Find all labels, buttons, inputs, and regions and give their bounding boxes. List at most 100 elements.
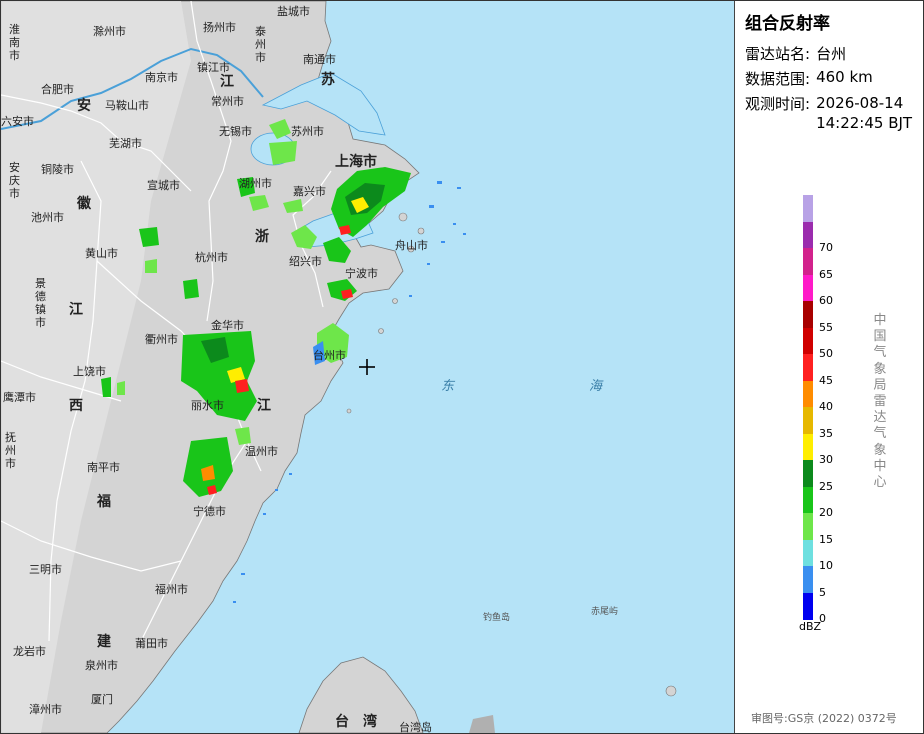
legend-level: 65 — [819, 267, 833, 281]
island — [378, 328, 384, 334]
province-label: 江 — [69, 302, 83, 318]
legend-level: 30 — [819, 453, 833, 466]
legend-swatch — [803, 513, 813, 540]
time-clock: 14:22:45 BJT — [816, 114, 913, 132]
legend-swatch — [803, 433, 813, 461]
time-row: 观测时间: 2026-08-14 14:22:45 BJT — [745, 93, 912, 133]
agency-vertical-text: 中国气象局雷达气象中心 — [873, 313, 887, 491]
legend-swatch — [803, 566, 813, 593]
station-key: 雷达站名: — [745, 45, 811, 63]
range-value: 460 km — [816, 68, 873, 86]
city-label: 鹰潭市 — [3, 391, 36, 404]
island — [417, 227, 425, 235]
review-number: 审图号:GS京 (2022) 0372号 — [751, 712, 897, 725]
legend-level: 55 — [819, 320, 833, 334]
city-label: 三明市 — [29, 563, 62, 576]
legend-swatch — [803, 460, 813, 487]
sea-label: 东 — [441, 379, 455, 394]
legend-level: 15 — [819, 532, 833, 546]
city-label: 马鞍山市 — [105, 99, 149, 112]
legend-level: 5 — [819, 585, 826, 599]
radar-map[interactable]: 苏 江 安 徽 浙 江 江 西 福 建 台 湾 东 海 钓鱼岛 赤尾屿 台湾岛 … — [1, 1, 735, 733]
city-label: 景德镇市 — [35, 277, 46, 329]
legend-swatch — [803, 407, 813, 434]
city-label: 厦门 — [91, 693, 113, 706]
city-label: 温州市 — [245, 445, 278, 458]
city-label: 台州市 — [313, 349, 346, 362]
city-label: 合肥市 — [41, 83, 74, 96]
legend-swatch — [803, 539, 813, 567]
city-label: 龙岩市 — [13, 645, 46, 658]
city-label: 铜陵市 — [41, 163, 74, 176]
legend-level: 40 — [819, 400, 833, 413]
legend-level: 60 — [819, 294, 833, 307]
province-label: 徽 — [77, 196, 91, 212]
range-row: 数据范围: 460 km — [745, 68, 873, 89]
legend-swatch — [803, 380, 813, 408]
city-label: 杭州市 — [195, 251, 228, 264]
time-date: 2026-08-14 — [816, 94, 904, 112]
island-label: 赤尾屿 — [591, 607, 619, 617]
island — [346, 408, 352, 414]
province-label: 建 — [97, 634, 111, 650]
product-title: 组合反射率 — [745, 14, 830, 34]
legend-level: 10 — [819, 559, 833, 572]
city-label: 安庆市 — [9, 161, 20, 200]
legend-swatch — [803, 274, 813, 302]
city-label: 莆田市 — [135, 637, 168, 650]
city-label: 宣城市 — [147, 179, 180, 192]
city-label: 南平市 — [87, 461, 120, 474]
city-label: 六安市 — [1, 115, 34, 128]
city-label: 扬州市 — [203, 21, 236, 34]
city-label: 衢州市 — [145, 333, 178, 346]
city-label: 泰州市 — [255, 25, 266, 64]
legend-level: 70 — [819, 241, 833, 254]
province-label: 湾 — [363, 714, 377, 730]
legend-swatch — [803, 486, 813, 514]
province-label: 浙 — [255, 229, 269, 245]
no-data-region — [469, 715, 495, 733]
city-label: 宁德市 — [193, 505, 226, 518]
legend-unit: dBZ — [799, 620, 822, 633]
station-value: 台州 — [816, 45, 847, 63]
city-label: 湖州市 — [239, 177, 272, 190]
city-label: 漳州市 — [29, 703, 62, 716]
city-label: 镇江市 — [197, 61, 230, 74]
time-value: 2026-08-14 14:22:45 BJT — [816, 93, 912, 133]
radar-page: 苏 江 安 徽 浙 江 江 西 福 建 台 湾 东 海 钓鱼岛 赤尾屿 台湾岛 … — [0, 0, 924, 734]
province-label: 台 — [335, 714, 349, 730]
city-label: 淮南市 — [9, 23, 20, 62]
city-label: 南京市 — [145, 71, 178, 84]
sea-label: 海 — [589, 379, 603, 394]
city-label: 舟山市 — [395, 239, 428, 252]
city-label: 滁州市 — [93, 25, 126, 38]
island-label: 钓鱼岛 — [483, 613, 511, 623]
radar-station-marker — [359, 359, 375, 375]
time-key: 观测时间: — [745, 95, 811, 113]
province-label: 苏 — [321, 72, 335, 88]
legend-swatch — [803, 195, 813, 222]
station-row: 雷达站名: 台州 — [745, 43, 846, 64]
legend-level: 20 — [819, 506, 833, 519]
province-label: 福 — [97, 494, 111, 510]
city-label: 绍兴市 — [289, 255, 322, 268]
info-panel: 组合反射率 雷达站名: 台州 数据范围: 460 km 观测时间: 2026-08-1… — [735, 1, 923, 733]
city-label: 泉州市 — [85, 659, 118, 672]
city-label: 芜湖市 — [109, 137, 142, 150]
legend-swatch — [803, 248, 813, 275]
legend-swatch — [803, 327, 813, 355]
city-label: 池州市 — [31, 211, 64, 224]
city-label: 盐城市 — [277, 5, 310, 18]
province-label: 西 — [69, 398, 83, 414]
city-label: 丽水市 — [191, 399, 224, 412]
city-label: 抚州市 — [5, 431, 16, 470]
island — [392, 298, 398, 304]
legend-level: 50 — [819, 347, 833, 360]
city-label: 嘉兴市 — [293, 185, 326, 198]
city-label: 上饶市 — [73, 365, 106, 378]
legend-level: 35 — [819, 426, 833, 440]
province-label: 江 — [257, 398, 271, 414]
city-label: 常州市 — [211, 95, 244, 108]
city-label: 金华市 — [211, 319, 244, 332]
legend-level: 45 — [819, 373, 833, 387]
